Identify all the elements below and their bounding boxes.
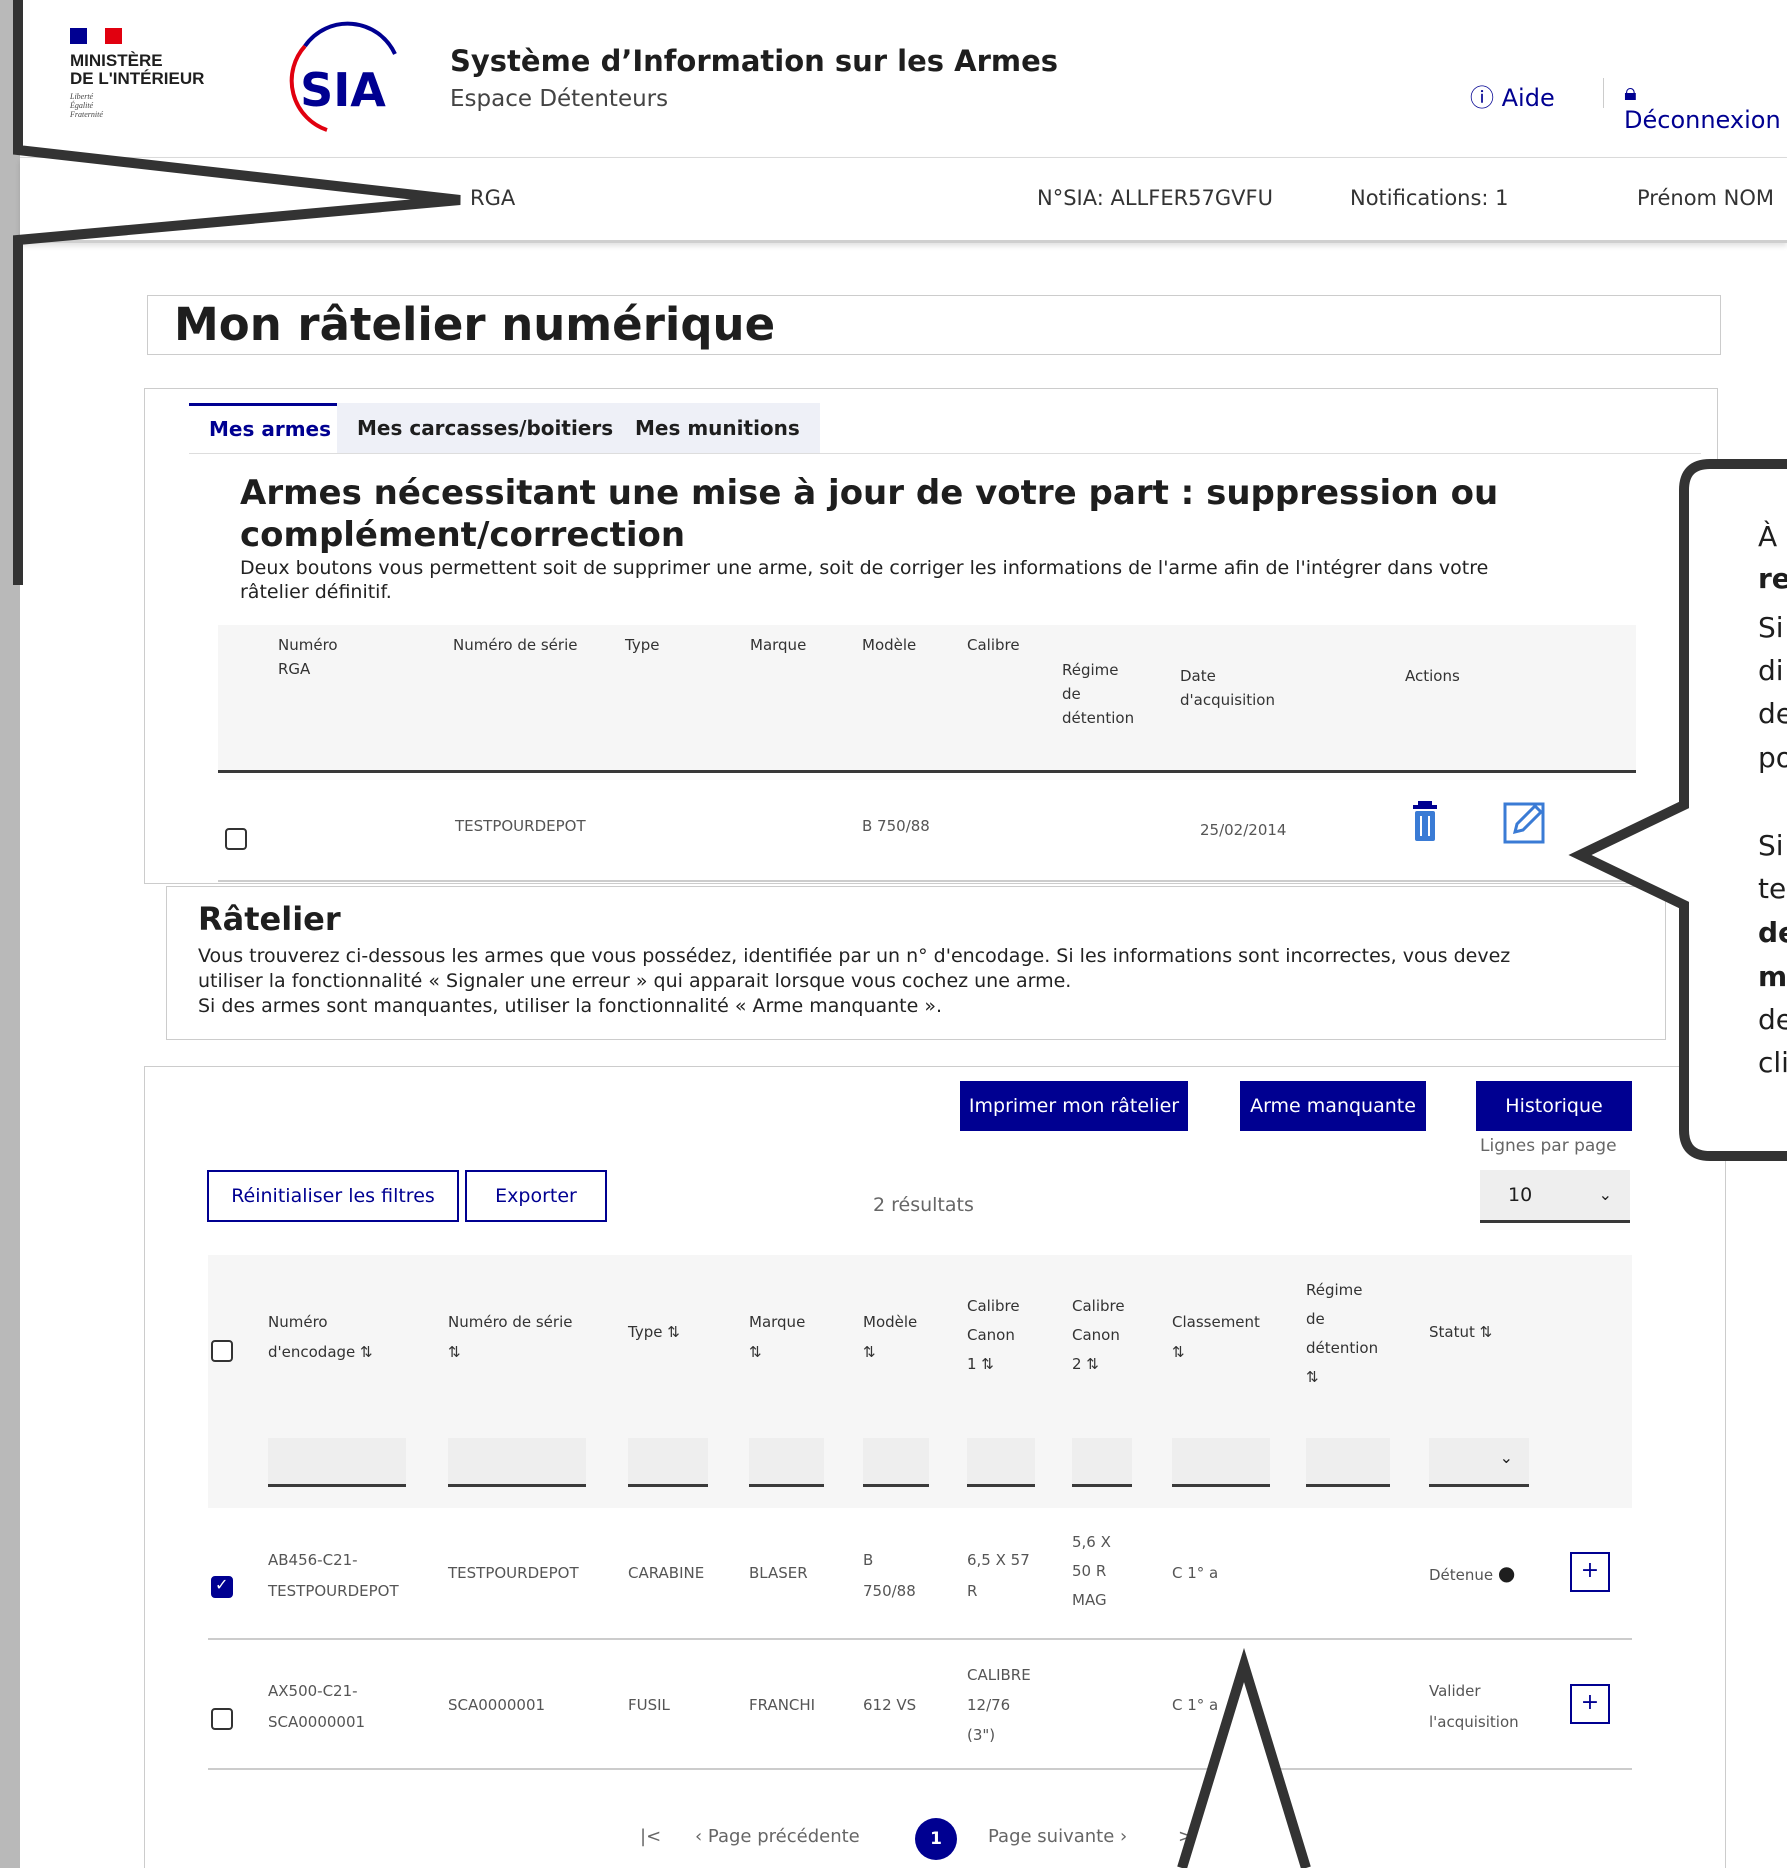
callout-text-7: Si — [1758, 829, 1784, 862]
tutorial-callouts — [13, 0, 1787, 1868]
callout-text-8: te — [1758, 872, 1787, 905]
callout-text-5: de — [1758, 697, 1787, 730]
callout-text-10: m — [1758, 960, 1787, 993]
callout-text-11: de — [1758, 1003, 1787, 1036]
callout-text-12: cli — [1758, 1046, 1787, 1079]
callout-actions-bubble — [1568, 459, 1787, 1161]
callout-text-2: re — [1758, 562, 1787, 595]
screenshot-stage: MINISTÈRE DE L'INTÉRIEUR Liberté Égalité… — [0, 0, 1787, 1868]
callout-text-9: de — [1758, 916, 1787, 949]
callout-text-4: di — [1758, 654, 1784, 687]
callout-table-pointer — [1177, 1647, 1311, 1868]
callout-text-3: Si — [1758, 611, 1784, 644]
callout-text-1: À — [1758, 520, 1778, 553]
callout-header-pointer — [13, 0, 461, 585]
callout-text-6: po — [1758, 741, 1787, 774]
